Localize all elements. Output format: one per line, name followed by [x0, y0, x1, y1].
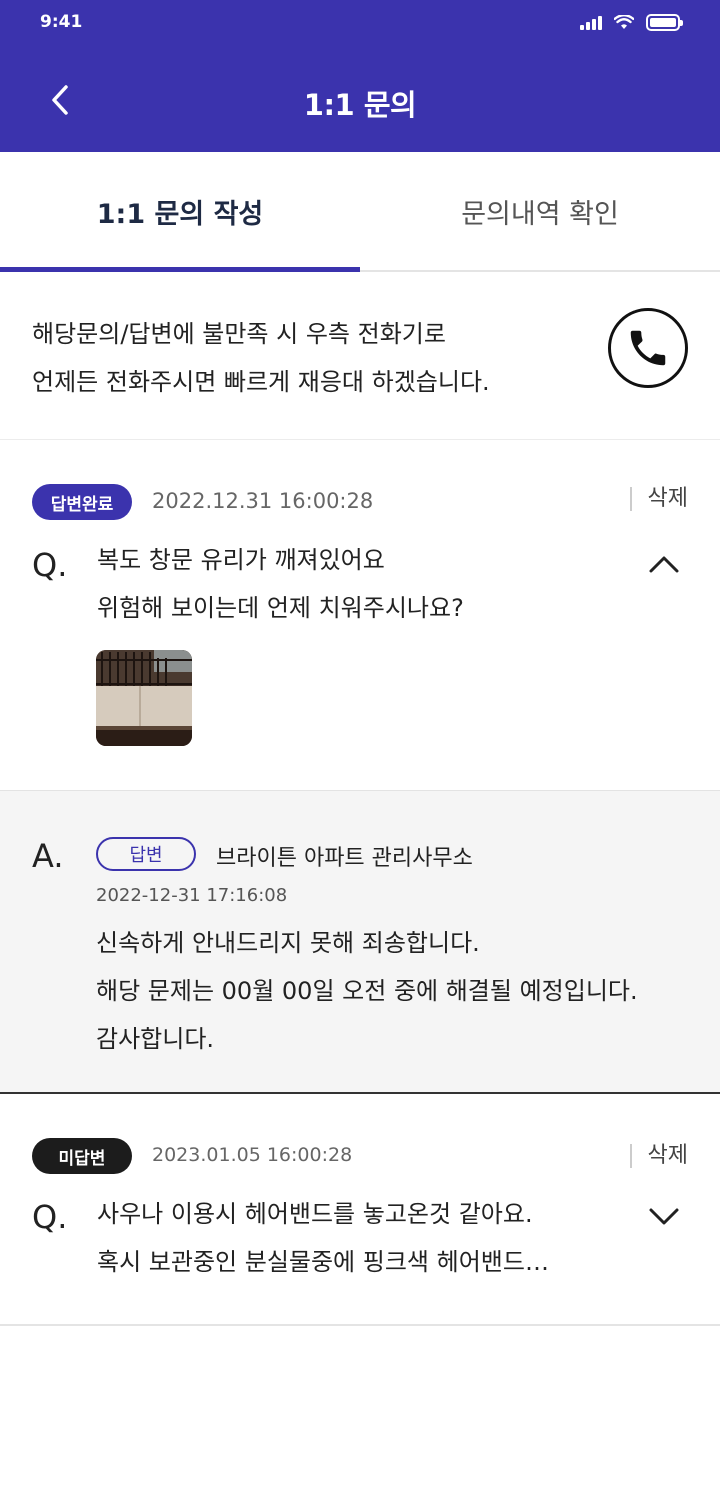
notice-section: 해당문의/답변에 불만족 시 우측 전화기로 언제든 전화주시면 빠르게 재응대… [0, 272, 720, 440]
notice-text: 해당문의/답변에 불만족 시 우측 전화기로 언제든 전화주시면 빠르게 재응대… [32, 310, 592, 406]
tab-bar: 1:1 문의 작성 문의내역 확인 [0, 152, 720, 272]
list-divider [0, 1324, 720, 1326]
question-label: Q. [32, 1198, 68, 1236]
question-line: 사우나 이용시 헤어밴드를 놓고온것 같아요. [97, 1200, 533, 1228]
delete-button[interactable]: 삭제 [629, 1144, 688, 1168]
answer-text: 신속하게 안내드리지 못해 죄송합니다. 해당 문제는 00월 00일 오전 중… [96, 919, 638, 1063]
phone-icon [630, 330, 666, 366]
signal-icon [580, 15, 602, 30]
collapse-button[interactable] [644, 544, 684, 584]
inquiry-item: 답변완료 2022.12.31 16:00:28 삭제 Q. 복도 창문 유리가… [0, 440, 720, 790]
answer-line: 신속하게 안내드리지 못해 죄송합니다. [96, 929, 480, 957]
status-badge: 답변완료 [32, 484, 132, 520]
app-header: 1:1 문의 [0, 50, 720, 152]
answer-datetime: 2022-12-31 17:16:08 [96, 885, 288, 906]
status-icons [580, 14, 683, 31]
tab-inquiry-history[interactable]: 문의내역 확인 [360, 152, 720, 270]
phone-call-button[interactable] [608, 308, 688, 388]
tab-write-inquiry[interactable]: 1:1 문의 작성 [0, 152, 360, 272]
page-title: 1:1 문의 [303, 88, 417, 122]
chevron-down-icon [649, 1208, 679, 1225]
inquiry-item: 미답변 2023.01.05 16:00:28 삭제 Q. 사우나 이용시 헤어… [0, 1094, 720, 1324]
answer-section: A. 답변 브라이튼 아파트 관리사무소 2022-12-31 17:16:08… [0, 790, 720, 1094]
attached-photo [96, 650, 192, 746]
question-text: 사우나 이용시 헤어밴드를 놓고온것 같아요. 혹시 보관중인 분실물중에 핑크… [97, 1190, 617, 1286]
question-line: 혹시 보관중인 분실물중에 핑크색 헤어밴드… [97, 1248, 549, 1276]
inquiry-datetime: 2023.01.05 16:00:28 [152, 1144, 353, 1166]
delete-button[interactable]: 삭제 [629, 487, 688, 511]
status-time: 9:41 [40, 12, 83, 32]
question-label: Q. [32, 546, 68, 584]
wifi-icon [614, 15, 634, 29]
battery-icon [646, 14, 683, 31]
expand-button[interactable] [644, 1196, 684, 1236]
answer-line: 해당 문제는 00월 00일 오전 중에 해결될 예정입니다. [96, 977, 638, 1005]
attached-image-thumbnail[interactable] [96, 650, 192, 746]
answer-author: 브라이튼 아파트 관리사무소 [216, 846, 473, 871]
answer-line: 감사합니다. [96, 1025, 215, 1053]
status-bar: 9:41 [0, 0, 720, 50]
answer-tag: 답변 [96, 837, 196, 871]
question-text: 복도 창문 유리가 깨져있어요 위험해 보이는데 언제 치워주시나요? [97, 536, 617, 632]
notice-line: 해당문의/답변에 불만족 시 우측 전화기로 [32, 320, 446, 348]
question-line: 복도 창문 유리가 깨져있어요 [97, 546, 385, 574]
inquiry-datetime: 2022.12.31 16:00:28 [152, 489, 374, 513]
status-badge: 미답변 [32, 1138, 132, 1174]
notice-line: 언제든 전화주시면 빠르게 재응대 하겠습니다. [32, 368, 490, 396]
question-line: 위험해 보이는데 언제 치워주시나요? [97, 594, 464, 622]
answer-label: A. [32, 837, 64, 875]
chevron-up-icon [649, 556, 679, 573]
